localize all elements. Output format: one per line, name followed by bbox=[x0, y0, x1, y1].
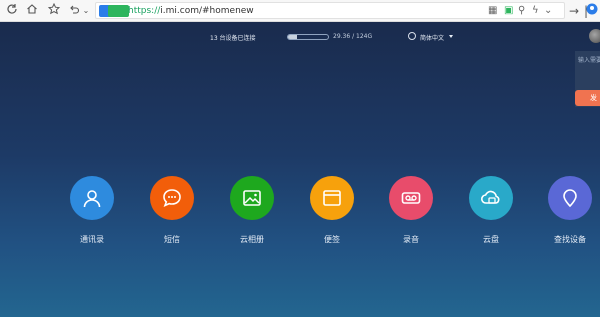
language-selector[interactable]: 简体中文 bbox=[420, 33, 444, 42]
gallery-icon[interactable] bbox=[230, 176, 274, 220]
home-icon[interactable] bbox=[24, 3, 40, 19]
notes-icon[interactable] bbox=[310, 176, 354, 220]
app-label: 录音 bbox=[403, 235, 419, 244]
caret-down-icon[interactable] bbox=[449, 35, 453, 38]
storage-text: 29.36 / 124G bbox=[333, 33, 373, 40]
url-protocol: https:// bbox=[128, 6, 161, 16]
page-background: 13 台设备已连接 29.36 / 124G 简体中文 输入需要 发 通讯录 短… bbox=[0, 22, 600, 317]
chevron-down-icon[interactable]: ⌄ bbox=[78, 3, 94, 19]
storage-fill bbox=[288, 35, 298, 39]
recorder-icon[interactable] bbox=[389, 176, 433, 220]
url-text: https://i.mi.com/#homenew bbox=[128, 4, 254, 18]
grid-icon[interactable]: ▦ bbox=[488, 5, 497, 17]
app-label: 便签 bbox=[324, 235, 340, 244]
app-label: 云盘 bbox=[483, 235, 499, 244]
star-icon[interactable] bbox=[46, 2, 62, 19]
lock-icon: ▣ bbox=[504, 5, 514, 16]
contacts-icon[interactable] bbox=[70, 176, 114, 220]
globe-icon[interactable] bbox=[408, 32, 416, 40]
devices-connected[interactable]: 13 台设备已连接 bbox=[210, 33, 256, 42]
app-label: 短信 bbox=[164, 235, 180, 244]
storage-bar bbox=[287, 34, 329, 40]
browser-toolbar: ⌄ https://i.mi.com/#homenew ▦ ▣ ⚲ ϟ ⌄ → … bbox=[0, 0, 600, 22]
find-device-icon[interactable] bbox=[548, 176, 592, 220]
cloud-drive-icon[interactable] bbox=[469, 176, 513, 220]
refresh-icon[interactable] bbox=[4, 3, 20, 19]
avatar[interactable] bbox=[589, 29, 600, 43]
message-icon[interactable] bbox=[150, 176, 194, 220]
feedback-input[interactable]: 输入需要 bbox=[578, 55, 600, 64]
send-button[interactable]: 发 bbox=[575, 90, 600, 106]
send-button-label: 发 bbox=[590, 94, 597, 102]
url-host-path: i.mi.com/#homenew bbox=[160, 6, 254, 16]
app-label: 云相册 bbox=[240, 235, 264, 244]
profile-icon[interactable] bbox=[584, 3, 600, 19]
share-icon[interactable]: ⚲ bbox=[518, 5, 525, 17]
app-label: 查找设备 bbox=[554, 235, 586, 244]
app-label: 通讯录 bbox=[80, 235, 104, 244]
address-bar[interactable]: https://i.mi.com/#homenew ▦ ▣ ⚲ ϟ ⌄ bbox=[95, 2, 565, 19]
bolt-icon[interactable]: ϟ bbox=[532, 5, 539, 17]
chevron-down-icon[interactable]: ⌄ bbox=[544, 5, 552, 17]
